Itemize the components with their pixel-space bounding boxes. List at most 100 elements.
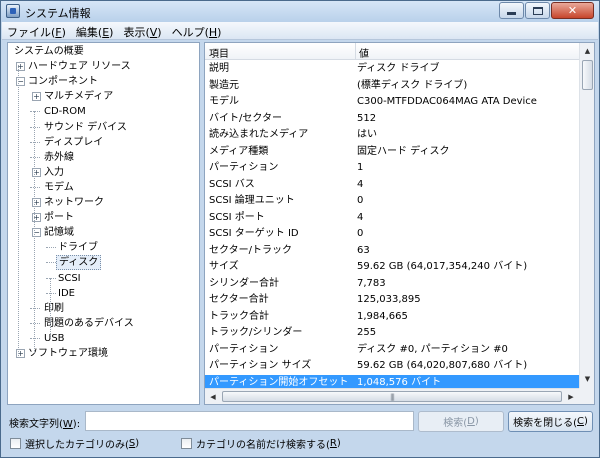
tree-item[interactable]: + 入力 xyxy=(8,165,199,180)
tree-item-label: サウンド デバイス xyxy=(44,121,127,133)
value-cell: (標準ディスク ドライブ) xyxy=(357,79,468,91)
close-search-button[interactable]: 検索を閉じる(C) xyxy=(508,411,593,432)
tree-item[interactable]: 問題のあるデバイス xyxy=(8,316,199,331)
system-info-app-icon xyxy=(6,4,20,18)
table-row[interactable]: セクター合計 125,033,895 xyxy=(205,292,579,309)
table-row[interactable]: パーティション サイズ 59.62 GB (64,020,807,680 バイト) xyxy=(205,358,579,375)
horizontal-scrollbar[interactable]: ◀ ||| ▶ xyxy=(205,388,579,404)
tree-item[interactable]: − コンポーネント xyxy=(8,74,199,89)
tree-connector xyxy=(46,277,56,279)
tree-item[interactable]: + ポート xyxy=(8,210,199,225)
search-input[interactable] xyxy=(85,411,414,431)
category-names-only-option[interactable]: カテゴリの名前だけ検索する(R) xyxy=(181,436,341,451)
item-cell: モデル xyxy=(209,96,239,107)
table-row[interactable]: SCSI バス 4 xyxy=(205,177,579,194)
selected-category-only-checkbox[interactable] xyxy=(10,438,21,449)
table-row[interactable]: SCSI ポート 4 xyxy=(205,210,579,227)
find-button[interactable]: 検索(D) xyxy=(418,411,504,432)
column-header-item[interactable]: 項目 xyxy=(209,45,229,60)
value-cell: 0 xyxy=(357,195,364,206)
tree-item[interactable]: ディスク xyxy=(8,255,199,271)
item-cell: パーティション xyxy=(209,343,279,355)
minimize-button[interactable] xyxy=(499,2,524,19)
value-cell: 1,984,665 xyxy=(357,310,408,322)
table-row[interactable]: トラック/シリンダー 255 xyxy=(205,325,579,342)
menu-edit[interactable]: 編集(E) xyxy=(71,22,119,39)
table-row[interactable]: 製造元 (標準ディスク ドライブ) xyxy=(205,78,579,95)
tree-item[interactable]: モデム xyxy=(8,180,199,195)
maximize-icon xyxy=(532,6,543,15)
scroll-up-icon[interactable]: ▲ xyxy=(580,43,594,59)
column-header-value[interactable]: 値 xyxy=(359,45,369,60)
table-row[interactable]: シリンダー合計 7,783 xyxy=(205,276,579,293)
close-button[interactable]: ✕ xyxy=(551,2,594,19)
maximize-button[interactable] xyxy=(525,2,550,19)
value-cell: ディスク ドライブ xyxy=(357,63,440,74)
details-list[interactable]: 項目 値 説明 ディスク ドライブ 製造元 (標準ディスク ドライブ) モデル C300-… xyxy=(204,42,595,405)
title-bar[interactable]: システム情報 ✕ xyxy=(1,1,599,22)
value-cell: 125,033,895 xyxy=(357,294,421,305)
tree-item[interactable]: ドライブ xyxy=(8,240,199,255)
tree-item-label: USB xyxy=(44,332,65,344)
table-row[interactable]: トラック合計 1,984,665 xyxy=(205,309,579,326)
menu-bar: ファイル(F) 編集(E) 表示(V) ヘルプ(H) xyxy=(2,22,598,40)
tree-item[interactable]: + ハードウェア リソース xyxy=(8,59,199,74)
item-cell: シリンダー合計 xyxy=(209,277,279,289)
table-row[interactable]: セクター/トラック 63 xyxy=(205,243,579,260)
value-cell: 1 xyxy=(357,162,364,173)
menu-view[interactable]: 表示(V) xyxy=(118,22,166,39)
table-row[interactable]: バイト/セクター 512 xyxy=(205,111,579,128)
tree-connector xyxy=(46,247,56,249)
table-row[interactable]: SCSI 論理ユニット 0 xyxy=(205,193,579,210)
tree-item[interactable]: + ソフトウェア環境 xyxy=(8,346,199,361)
selected-category-only-option[interactable]: 選択したカテゴリのみ(S) xyxy=(10,436,139,451)
window-title: システム情報 xyxy=(25,7,91,20)
tree-item[interactable]: SCSI xyxy=(8,271,199,286)
menu-help[interactable]: ヘルプ(H) xyxy=(167,22,227,39)
scroll-left-icon[interactable]: ◀ xyxy=(205,389,221,404)
table-row[interactable]: 説明 ディスク ドライブ xyxy=(205,61,579,78)
vertical-scrollbar[interactable]: ▲ ▼ xyxy=(579,43,594,388)
tree-connector xyxy=(30,156,40,158)
table-row[interactable]: パーティション 1 xyxy=(205,160,579,177)
minimize-icon xyxy=(507,12,516,15)
table-row[interactable]: 読み込まれたメディア はい xyxy=(205,127,579,144)
horizontal-scroll-thumb[interactable]: ||| xyxy=(222,391,562,402)
vertical-scroll-thumb[interactable] xyxy=(582,60,593,90)
expand-icon[interactable]: + xyxy=(32,92,41,102)
tree-item[interactable]: システムの概要 xyxy=(8,44,199,59)
tree-connector xyxy=(30,141,40,143)
tree-item-label: 問題のあるデバイス xyxy=(44,317,134,329)
tree-item[interactable]: 赤外線 xyxy=(8,150,199,165)
tree-item[interactable]: USB xyxy=(8,331,199,346)
list-header: 項目 値 xyxy=(205,43,579,60)
table-row[interactable]: サイズ 59.62 GB (64,017,354,240 バイト) xyxy=(205,259,579,276)
table-row[interactable]: モデル C300-MTFDDAC064MAG ATA Device xyxy=(205,94,579,111)
item-cell: パーティション サイズ xyxy=(209,360,312,371)
table-row[interactable]: パーティション ディスク #0, パーティション #0 xyxy=(205,342,579,359)
table-row[interactable]: メディア種類 固定ハード ディスク xyxy=(205,144,579,161)
column-divider[interactable] xyxy=(355,43,356,60)
tree-item[interactable]: 印刷 xyxy=(8,301,199,316)
tree-item[interactable]: IDE xyxy=(8,286,199,301)
tree-item[interactable]: ディスプレイ xyxy=(8,135,199,150)
tree-item[interactable]: + ネットワーク xyxy=(8,195,199,210)
table-row[interactable]: SCSI ターゲット ID 0 xyxy=(205,226,579,243)
scroll-down-icon[interactable]: ▼ xyxy=(580,371,594,387)
category-tree[interactable]: システムの概要 + ハードウェア リソース − コンポーネント + マルチメディア CD-RO… xyxy=(7,42,200,405)
value-cell: 255 xyxy=(357,327,377,338)
value-cell: 7,783 xyxy=(357,277,386,289)
tree-item[interactable]: + マルチメディア xyxy=(8,89,199,104)
category-names-only-checkbox[interactable] xyxy=(181,438,192,449)
tree-item-label: ディスプレイ xyxy=(44,136,104,148)
tree-item[interactable]: CD-ROM xyxy=(8,104,199,119)
tree-item-label: 記憶域 xyxy=(44,227,74,239)
tree-item-label: システムの概要 xyxy=(14,46,84,57)
item-cell: SCSI バス xyxy=(209,178,255,190)
menu-file[interactable]: ファイル(F) xyxy=(2,22,71,39)
tree-item[interactable]: − 記憶域 xyxy=(8,225,199,240)
item-cell: セクター合計 xyxy=(209,294,269,305)
scroll-right-icon[interactable]: ▶ xyxy=(563,389,579,404)
tree-item[interactable]: サウンド デバイス xyxy=(8,120,199,135)
tree-connector xyxy=(30,111,40,113)
